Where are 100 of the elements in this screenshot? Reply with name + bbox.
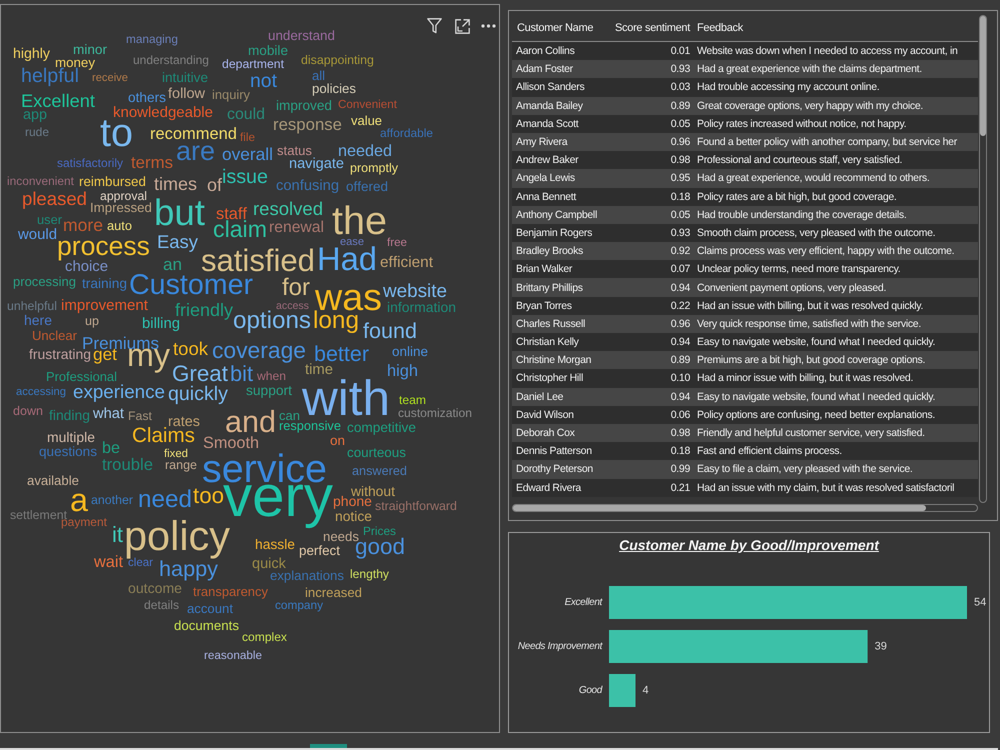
cloud-word: time <box>305 363 333 378</box>
cloud-word: finding <box>49 409 90 424</box>
cloud-word: department <box>222 58 284 70</box>
cloud-word: Impressed <box>90 200 152 214</box>
table-cell-text: Amanda Bailey <box>515 98 584 113</box>
horizontal-scrollbar[interactable] <box>512 504 978 512</box>
table-cell-text: Smooth claim process, very pleased with the outcome. <box>696 226 936 240</box>
cloud-word: experience <box>73 383 165 402</box>
cloud-word: Convenient <box>338 99 397 111</box>
cloud-word: information <box>387 301 456 316</box>
cloud-word: clear <box>128 558 153 570</box>
cloud-word: an <box>163 256 182 273</box>
cloud-word: offered <box>346 180 388 194</box>
cloud-word: for <box>282 276 310 300</box>
cloud-word: Prices <box>363 526 396 538</box>
table-cell-text: Had a minor issue with billing, but it was resolved. <box>696 371 914 386</box>
scrollbar-thumb[interactable] <box>513 505 926 511</box>
cloud-word: reimbursed <box>79 174 146 188</box>
column-header[interactable]: Feedback <box>690 22 978 34</box>
cloud-word: issue <box>222 168 268 188</box>
table-cell-text: Claims process was very efficient, happy with the outcome. <box>696 244 956 258</box>
cloud-word: policies <box>312 82 356 96</box>
cloud-word: up <box>85 315 99 328</box>
more-options-icon[interactable] <box>481 24 496 28</box>
column-header[interactable]: Customer Name <box>512 22 605 34</box>
cloud-word: too <box>193 485 224 508</box>
cloud-word: receive <box>92 72 128 84</box>
table-cell-text: 0.95 <box>670 171 690 186</box>
cloud-word: unhelpful <box>7 300 57 312</box>
cloud-word: highly <box>13 47 50 62</box>
table-cell-text: Amy Rivera <box>515 135 569 150</box>
cloud-word: perfect <box>299 544 340 558</box>
cloud-word: user <box>37 214 62 227</box>
table-cell-text: 0.18 <box>670 190 690 204</box>
table-cell-text: Had trouble understanding the coverage details. <box>696 208 908 222</box>
table-cell-text: Fast and efficient claims process. <box>696 444 843 458</box>
active-page-indicator <box>310 744 347 748</box>
category-label: Excellent <box>564 597 602 608</box>
table-cell-text: Professional and courteous staff, very satisfied. <box>696 153 904 168</box>
cloud-word: value <box>351 115 382 128</box>
table-cell-text: 0.96 <box>670 135 690 150</box>
cloud-word: notice <box>335 510 372 524</box>
table-cell-text: Aaron Collins <box>515 44 576 58</box>
expand-icon[interactable] <box>455 18 470 34</box>
cloud-word: be <box>102 440 120 456</box>
table-cell-text: Had a great experience, would recommend to others. <box>696 171 930 186</box>
category-label: Needs Improvement <box>518 641 602 652</box>
cloud-word: money <box>55 56 96 70</box>
table-cell-text: Adam Foster <box>515 62 574 76</box>
cloud-word: customization <box>398 406 472 419</box>
cloud-word: Fast <box>128 410 152 422</box>
table-cell-text: Christian Kelly <box>515 335 580 350</box>
cloud-word: pleased <box>22 190 87 209</box>
table-cell-text: 0.94 <box>670 280 690 295</box>
cloud-word: understanding <box>133 54 209 66</box>
table-cell-text: Very quick response time, satisfied with the service. <box>696 316 922 331</box>
cloud-word: competitive <box>347 421 416 436</box>
table-cell-text: Found a better policy with another company, but service her <box>696 135 958 150</box>
cloud-word: coverage <box>212 338 306 362</box>
vertical-scrollbar[interactable] <box>979 15 987 503</box>
column-header[interactable]: Score sentiment <box>605 22 690 34</box>
table-cell-text: 0.01 <box>670 44 690 58</box>
cloud-word: online <box>392 344 428 358</box>
table-cell-text: Dorothy Peterson <box>515 462 594 476</box>
cloud-word: terms <box>131 154 173 172</box>
cloud-word: satisfactorily <box>57 156 124 169</box>
cloud-word: complex <box>242 630 287 643</box>
table-cell-text: 0.94 <box>670 390 690 404</box>
cloud-word: website <box>383 282 447 301</box>
table-cell-text: Great coverage options, very happy with my choice. <box>696 98 924 113</box>
cloud-word: wait <box>94 554 123 570</box>
bar <box>609 674 636 707</box>
cloud-word: multiple <box>47 431 95 446</box>
cloud-word: courteous <box>347 446 406 460</box>
table-cell-text: Brittany Phillips <box>515 280 584 295</box>
cloud-word: improved <box>276 99 332 114</box>
cloud-word: Professional <box>46 371 117 384</box>
data-label: 54 <box>974 596 986 608</box>
table-cell-text: Anna Bennett <box>515 190 578 204</box>
cloud-word: approval <box>100 190 147 202</box>
cloud-word: straightforward <box>375 500 457 512</box>
cloud-word: details <box>144 598 180 611</box>
cloud-word: not <box>250 72 277 91</box>
table-cell-text: Convenient payment options, very pleased. <box>696 280 888 295</box>
table-cell-text: Anthony Campbell <box>515 208 598 222</box>
table-cell-text: 0.06 <box>670 408 690 422</box>
cloud-word: all <box>312 69 325 82</box>
cloud-word: took <box>173 340 208 359</box>
table-cell-text: Friendly and helpful customer service, very satisfied. <box>696 426 926 440</box>
cloud-word: Smooth <box>203 435 260 452</box>
table-cell-text: Had an issue with my claim, but it was resolved satisfactoril <box>696 480 956 495</box>
cloud-word: but <box>154 194 205 232</box>
cloud-word: ease <box>340 236 364 248</box>
table-cell-text: Brian Walker <box>515 262 574 276</box>
table-cell-text: 0.94 <box>670 335 690 350</box>
cloud-word: support <box>246 384 292 398</box>
filter-icon[interactable] <box>427 18 442 34</box>
table-cell-text: 0.93 <box>670 62 690 76</box>
table-cell-text: Daniel Lee <box>515 390 564 404</box>
scrollbar-thumb[interactable] <box>980 16 986 136</box>
